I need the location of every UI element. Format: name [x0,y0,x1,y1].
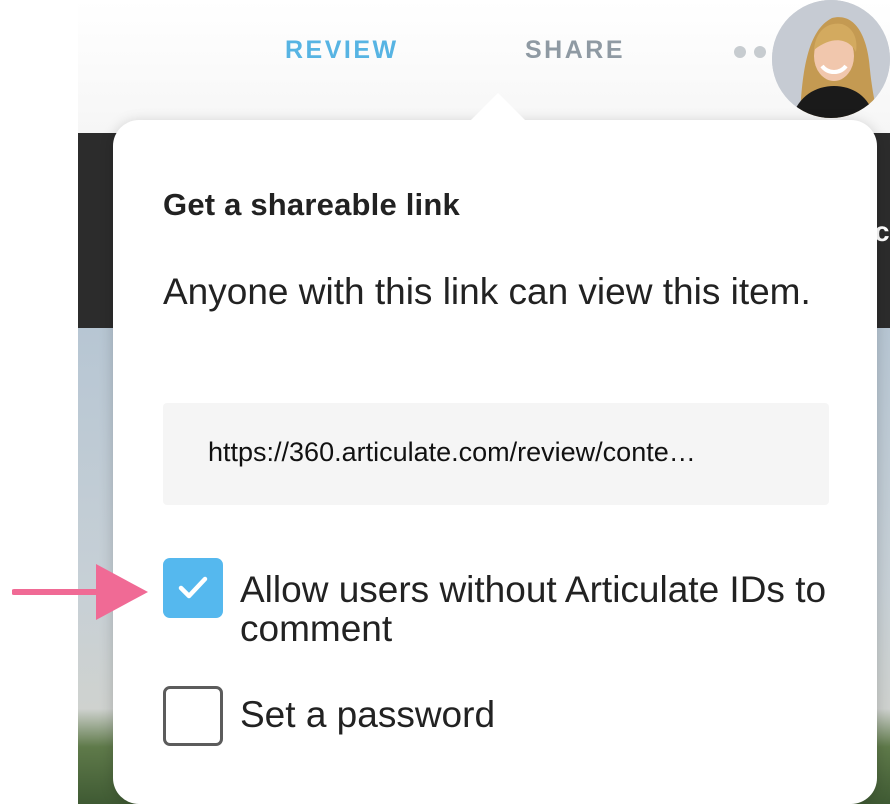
share-link-field[interactable]: https://360.articulate.com/review/conte… [163,403,829,505]
set-password-label[interactable]: Set a password [240,695,495,734]
allow-comments-checkbox[interactable] [163,558,223,618]
popover-title: Get a shareable link [163,187,460,222]
popover-description: Anyone with this link can view this item… [163,271,811,312]
dot [754,46,766,58]
tab-share[interactable]: SHARE [525,36,625,65]
avatar-portrait-icon [772,0,890,118]
share-screen: c REVIEW SHARE Get a shareable link Anyo… [0,0,890,804]
popover-pointer [470,93,526,121]
allow-comments-label[interactable]: Allow users without Articulate IDs to co… [240,570,850,648]
dot [734,46,746,58]
share-link-value[interactable]: https://360.articulate.com/review/conte… [208,437,798,468]
user-avatar[interactable] [772,0,890,118]
set-password-checkbox[interactable] [163,686,223,746]
tab-review[interactable]: REVIEW [285,36,399,65]
annotation-arrow-icon [12,564,148,620]
checkmark-icon [178,576,208,599]
share-popover: Get a shareable link Anyone with this li… [113,93,877,804]
